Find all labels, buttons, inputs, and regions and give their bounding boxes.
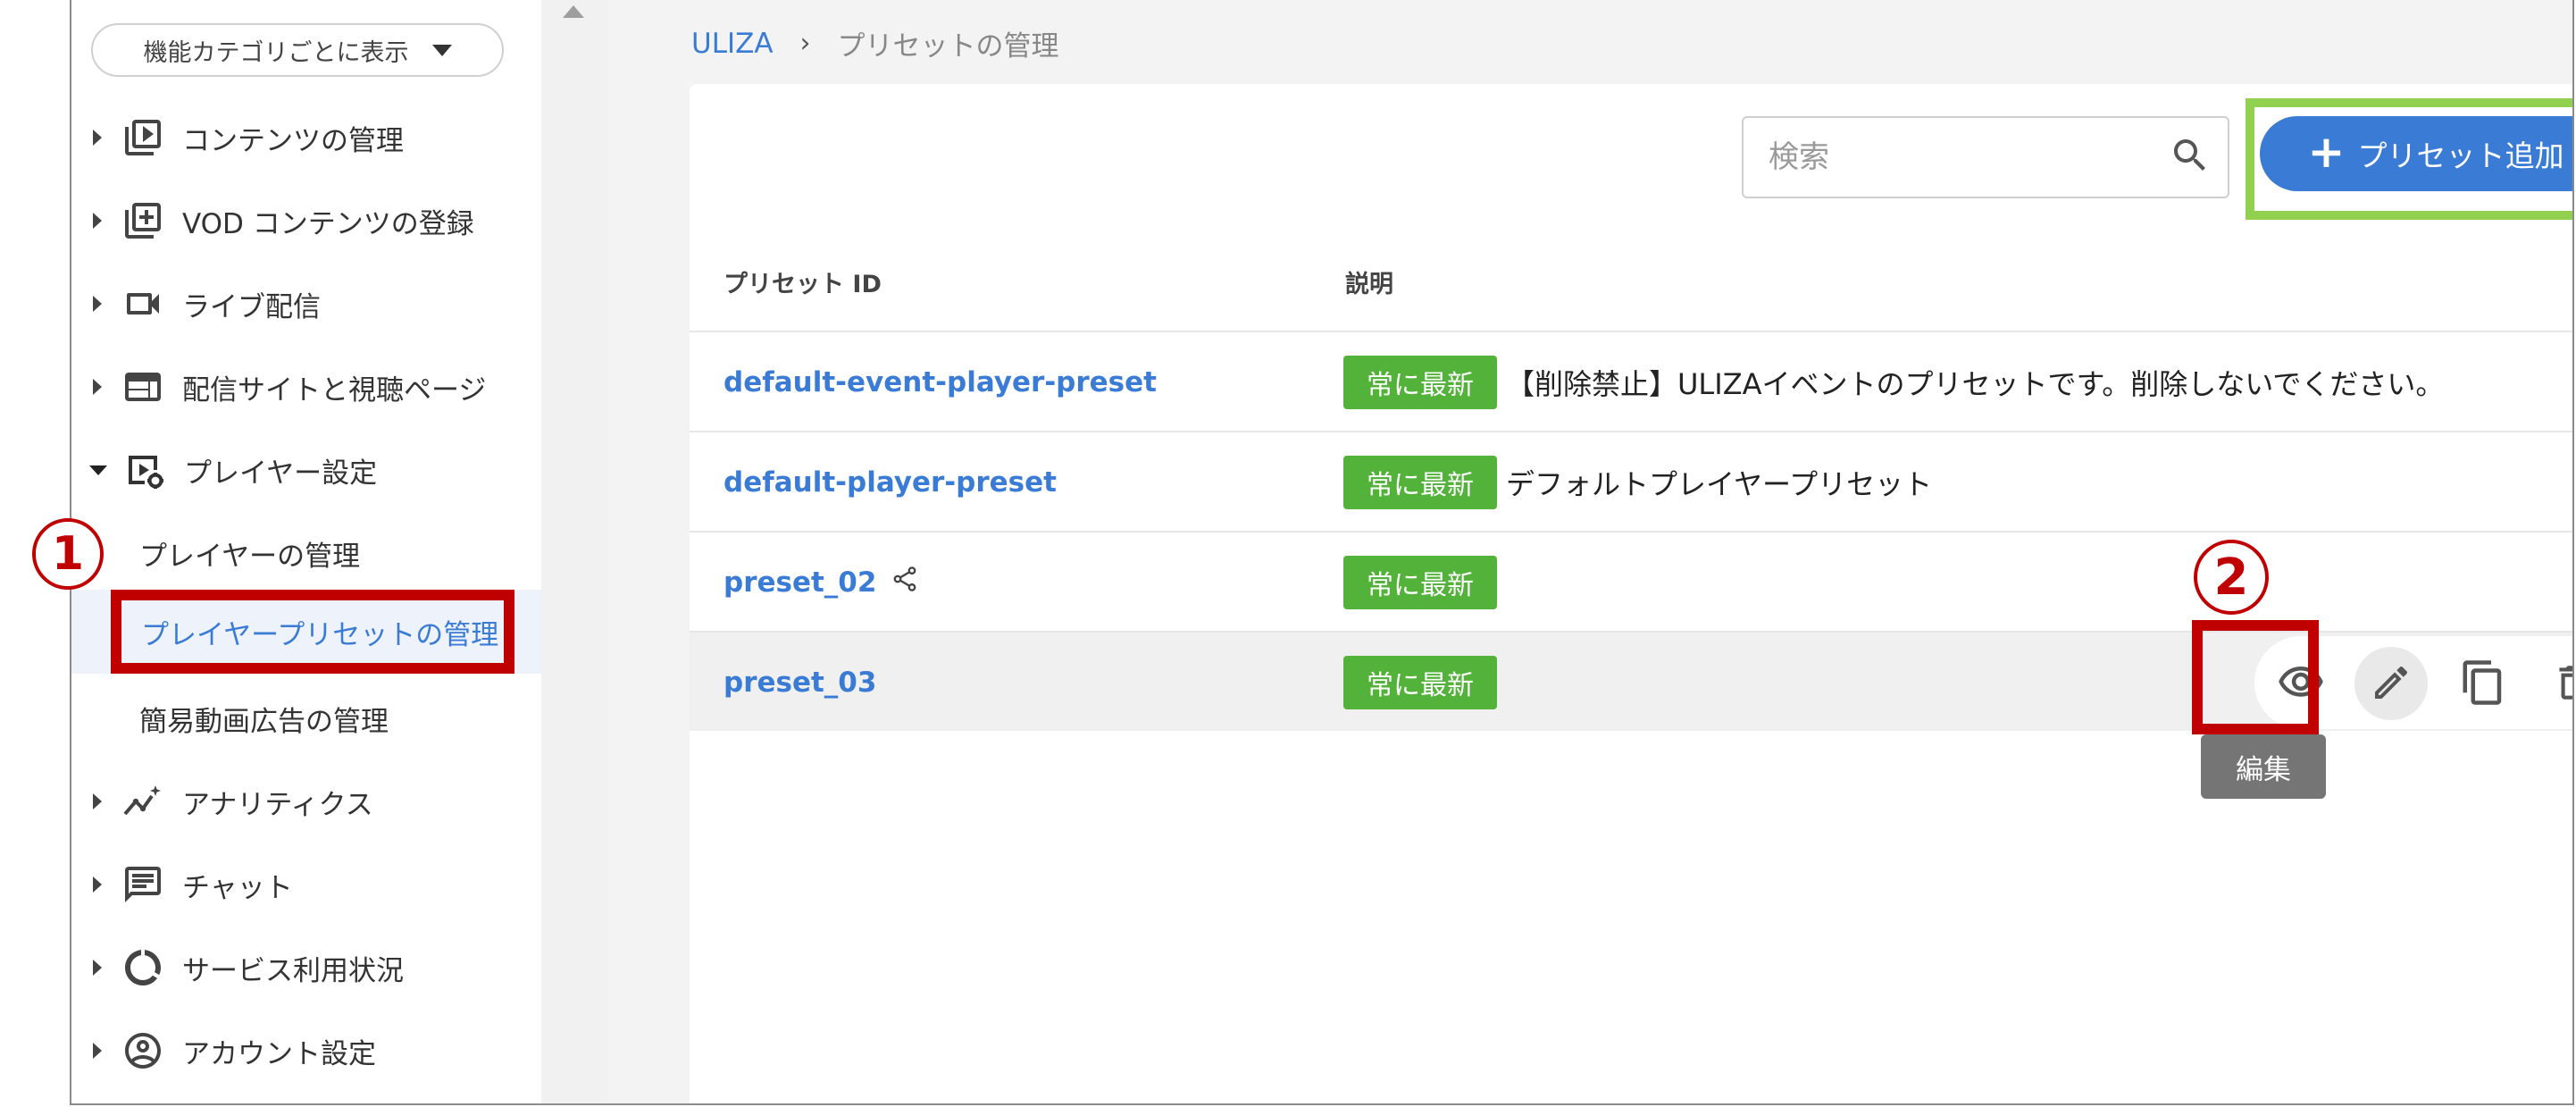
web-layout-icon: [121, 365, 164, 408]
sidebar-item-label: コンテンツの管理: [182, 124, 404, 157]
expand-arrow-icon: [93, 296, 102, 312]
category-select[interactable]: 機能カテゴリごとに表示: [91, 23, 504, 77]
preset-id-text[interactable]: default-event-player-preset: [723, 366, 1157, 398]
search-input[interactable]: [1767, 138, 2169, 176]
sidebar: 機能カテゴリごとに表示 コンテンツの管理 VOD コンテンツの登録 ライブ配信: [71, 0, 541, 1103]
sidebar-item-live[interactable]: ライブ配信: [71, 268, 321, 340]
preset-id-text[interactable]: preset_02: [723, 566, 876, 599]
plus-icon: +: [2307, 126, 2346, 178]
share-icon: [891, 565, 919, 600]
expand-arrow-icon: [93, 130, 102, 146]
description-text: 【削除禁止】ULIZAイベントのプリセットです。削除しないでください。: [1506, 367, 2445, 401]
always-latest-badge: 常に最新: [1343, 556, 1497, 609]
expand-arrow-icon: [93, 1043, 102, 1059]
chat-icon: [121, 863, 164, 906]
scrollbar[interactable]: [541, 0, 607, 1103]
sidebar-subitem-player-preset-management[interactable]: プレイヤープリセットの管理: [111, 590, 514, 674]
preset-id-link[interactable]: preset_03: [723, 633, 876, 733]
breadcrumb-separator: ›: [799, 28, 811, 59]
always-latest-badge: 常に最新: [1343, 456, 1497, 509]
breadcrumb-current: プリセットの管理: [837, 30, 1059, 63]
category-select-label: 機能カテゴリごとに表示: [143, 38, 409, 67]
preset-id-text[interactable]: preset_03: [723, 667, 876, 699]
sidebar-item-label: アナリティクス: [182, 788, 373, 821]
expand-arrow-icon: [93, 793, 102, 809]
row-description: 常に最新 デフォルトプレイヤープリセット: [1343, 432, 1932, 533]
sidebar-subitem-simple-ad-management[interactable]: 簡易動画広告の管理: [139, 683, 389, 754]
sidebar-item-label: プレイヤー設定: [184, 457, 378, 490]
sidebar-item-account[interactable]: アカウント設定: [71, 1015, 376, 1086]
expand-arrow-icon: [93, 213, 102, 229]
sidebar-item-label: VOD コンテンツの登録: [182, 207, 474, 240]
preset-id-link[interactable]: default-player-preset: [723, 432, 1057, 533]
sidebar-subitem-label: 簡易動画広告の管理: [139, 705, 389, 738]
search-field[interactable]: [1742, 116, 2229, 198]
sidebar-item-label: ライブ配信: [182, 290, 321, 323]
analytics-icon: [121, 780, 164, 823]
add-library-icon: [121, 199, 164, 242]
sidebar-item-usage[interactable]: サービス利用状況: [71, 932, 404, 1003]
breadcrumb: ULIZA › プリセットの管理: [691, 23, 1059, 63]
collapse-arrow-icon: [89, 465, 107, 475]
table-row[interactable]: preset_02 常に最新: [690, 531, 2572, 633]
sidebar-item-chat[interactable]: チャット: [71, 849, 293, 920]
column-header-description: 説明: [1345, 271, 1393, 298]
expand-arrow-icon: [93, 960, 102, 976]
sidebar-subitem-player-management[interactable]: プレイヤーの管理: [139, 517, 360, 589]
player-settings-icon: [123, 449, 166, 491]
scroll-up-arrow-icon[interactable]: [563, 5, 584, 18]
edit-tooltip: 編集: [2201, 734, 2326, 799]
row-description: 常に最新: [1343, 633, 1506, 733]
edit-button-highlight: [2192, 620, 2319, 734]
preset-list-card: + プリセット追加 プリセット ID 説明 default-event-play…: [690, 84, 2572, 1103]
preset-id-link[interactable]: default-event-player-preset: [723, 332, 1157, 432]
videocam-icon: [121, 282, 164, 325]
row-description: 常に最新: [1343, 533, 1506, 633]
sidebar-item-analytics[interactable]: アナリティクス: [71, 766, 373, 837]
play-library-icon: [121, 116, 164, 159]
preset-id-text[interactable]: default-player-preset: [723, 466, 1057, 499]
usage-donut-icon: [121, 946, 164, 989]
expand-arrow-icon: [93, 379, 102, 395]
breadcrumb-root-link[interactable]: ULIZA: [691, 28, 774, 60]
account-icon: [121, 1029, 164, 1072]
chevron-down-icon: [431, 44, 452, 56]
sidebar-item-player-settings[interactable]: プレイヤー設定: [71, 434, 377, 506]
sidebar-item-label: 配信サイトと視聴ページ: [182, 373, 487, 407]
search-icon[interactable]: [2169, 134, 2212, 180]
description-text: デフォルトプレイヤープリセット: [1506, 467, 1933, 501]
copy-icon[interactable]: [2456, 656, 2510, 709]
sidebar-item-label: チャット: [182, 871, 293, 904]
delete-icon[interactable]: [2546, 656, 2572, 709]
add-preset-label: プリセット追加: [2357, 138, 2564, 173]
preset-id-link[interactable]: preset_02: [723, 533, 919, 633]
table-row[interactable]: default-event-player-preset 常に最新 【削除禁止】U…: [690, 331, 2572, 432]
add-preset-button[interactable]: + プリセット追加: [2260, 116, 2572, 191]
sidebar-item-content-management[interactable]: コンテンツの管理: [71, 102, 404, 173]
step-1-badge: 1: [32, 518, 104, 590]
sidebar-item-label: サービス利用状況: [182, 954, 404, 987]
table-row[interactable]: default-player-preset 常に最新 デフォルトプレイヤープリセ…: [690, 431, 2572, 533]
step-2-badge: 2: [2194, 540, 2269, 615]
sidebar-item-label: アカウント設定: [182, 1037, 376, 1070]
sidebar-subitem-label: プレイヤーの管理: [139, 540, 361, 573]
edit-pencil-icon[interactable]: [2364, 656, 2418, 709]
app-window: 機能カテゴリごとに表示 コンテンツの管理 VOD コンテンツの登録 ライブ配信: [70, 0, 2574, 1105]
main-content: ULIZA › プリセットの管理 + プリセット追加 プリセット ID 説明 d…: [607, 0, 2572, 1103]
column-header-preset-id[interactable]: プリセット ID: [723, 264, 882, 299]
always-latest-badge: 常に最新: [1343, 356, 1497, 409]
sidebar-item-sites[interactable]: 配信サイトと視聴ページ: [71, 351, 486, 423]
sidebar-item-vod-upload[interactable]: VOD コンテンツの登録: [71, 185, 474, 256]
sidebar-subitem-label: プレイヤープリセットの管理: [141, 618, 499, 651]
row-description: 常に最新 【削除禁止】ULIZAイベントのプリセットです。削除しないでください。: [1343, 332, 2444, 432]
expand-arrow-icon: [93, 876, 102, 893]
always-latest-badge: 常に最新: [1343, 656, 1497, 709]
